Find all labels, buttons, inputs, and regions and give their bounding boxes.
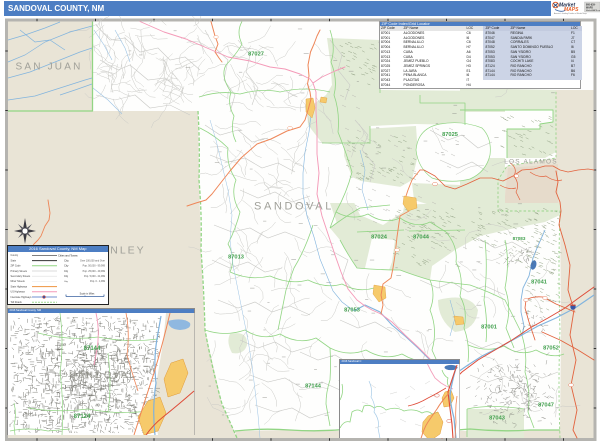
svg-text:87013: 87013	[228, 255, 244, 261]
svg-text:Toll Roads: Toll Roads	[11, 301, 23, 304]
svg-text:SAN JUAN: SAN JUAN	[15, 62, 82, 73]
svg-text:Over 100,000 and Over: Over 100,000 and Over	[80, 259, 105, 262]
svg-text:87053: 87053	[344, 308, 360, 314]
svg-text:State: State	[11, 259, 17, 262]
svg-text:MarketMAPS.com: MarketMAPS.com	[586, 9, 600, 12]
svg-text:Scale in Miles: Scale in Miles	[80, 292, 96, 295]
svg-text:City: City	[64, 280, 69, 283]
svg-text:City: City	[64, 275, 69, 278]
svg-text:MAPS: MAPS	[586, 7, 593, 10]
svg-text:Pop. 50,000 - 99,999: Pop. 50,000 - 99,999	[83, 264, 106, 267]
svg-text:87124: 87124	[74, 414, 91, 420]
svg-text:87144: 87144	[305, 384, 322, 390]
svg-text:SANDOVAL: SANDOVAL	[254, 201, 334, 213]
svg-text:Primary Streets: Primary Streets	[11, 269, 28, 272]
svg-text:SANDOVAL: SANDOVAL	[69, 370, 136, 381]
svg-text:LOS ALAMOS: LOS ALAMOS	[504, 159, 558, 166]
svg-text:Interstate Highways: Interstate Highways	[11, 295, 33, 298]
svg-text:America's Leading Provider of: America's Leading Provider of Market Map…	[554, 12, 587, 15]
svg-text:87047: 87047	[538, 403, 554, 409]
svg-text:Pop. 5,000 - 24,999: Pop. 5,000 - 24,999	[84, 275, 106, 278]
svg-text:87025: 87025	[442, 132, 458, 138]
svg-text:87083: 87083	[513, 236, 526, 241]
svg-text:87052: 87052	[543, 346, 559, 352]
svg-text:87043: 87043	[489, 416, 505, 422]
svg-text:City: City	[64, 269, 69, 272]
svg-text:State Highways: State Highways	[11, 285, 28, 288]
svg-text:City: City	[64, 263, 69, 267]
svg-text:County: County	[11, 254, 19, 257]
svg-text:Pop. 25,000 - 49,999: Pop. 25,000 - 49,999	[83, 269, 106, 272]
svg-text:ZIP Code: ZIP Code	[11, 264, 22, 267]
svg-text:87001: 87001	[481, 325, 497, 331]
svg-text:87144: 87144	[84, 346, 101, 352]
svg-text:Cities and Towns: Cities and Towns	[58, 253, 78, 257]
svg-text:87024: 87024	[371, 235, 388, 241]
svg-text:City: City	[64, 258, 69, 262]
svg-text:Minor Streets: Minor Streets	[11, 280, 26, 283]
svg-text:87044: 87044	[413, 235, 430, 241]
svg-text:87027: 87027	[248, 52, 264, 58]
svg-text:US Highways: US Highways	[11, 290, 26, 293]
svg-text:87041: 87041	[531, 280, 547, 286]
svg-text:Pop. 0 - 4,999: Pop. 0 - 4,999	[90, 280, 106, 283]
svg-text:Secondary Streets: Secondary Streets	[11, 275, 31, 278]
